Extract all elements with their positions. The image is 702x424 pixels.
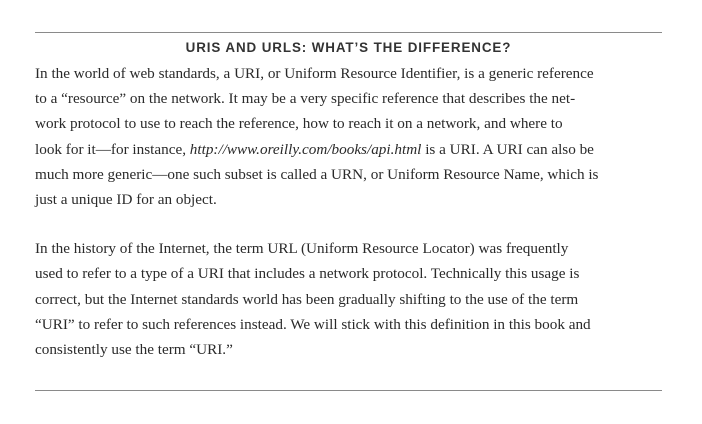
text-line: to a “resource” on the network. It may b… <box>35 90 576 108</box>
text-line: consistently use the term “URI.” <box>35 340 233 358</box>
text-line: “URI” to refer to such references instea… <box>35 315 591 333</box>
text-line: In the history of the Internet, the term… <box>35 240 569 258</box>
text-fragment: look for it—for instance, <box>35 140 190 158</box>
text-line-with-example-uri: look for it—for instance, http://www.ore… <box>35 137 662 162</box>
example-uri: http://www.oreilly.com/books/api.html <box>189 140 422 158</box>
text-line: In the world of web standards, a URI, or… <box>35 65 594 82</box>
text-line: just a unique ID for an object. <box>35 190 217 208</box>
text-line: much more generic—one such subset is cal… <box>35 165 599 183</box>
paragraph-url-history: In the history of the Internet, the term… <box>35 236 662 362</box>
sidebar-title: URIS AND URLS: WHAT’S THE DIFFERENCE? <box>185 40 512 55</box>
sidebar-body: In the world of web standards, a URI, or… <box>35 61 662 362</box>
text-fragment: is a URI. A URI can also be <box>421 140 594 158</box>
sidebar-box: URIS AND URLS: WHAT’S THE DIFFERENCE? In… <box>35 32 662 362</box>
bottom-divider <box>35 390 662 391</box>
paragraph-uri-definition: In the world of web standards, a URI, or… <box>35 61 662 212</box>
text-line: work protocol to use to reach the refere… <box>35 115 563 133</box>
text-line: used to refer to a type of a URI that in… <box>35 265 580 283</box>
text-line: correct, but the Internet standards worl… <box>35 290 579 308</box>
